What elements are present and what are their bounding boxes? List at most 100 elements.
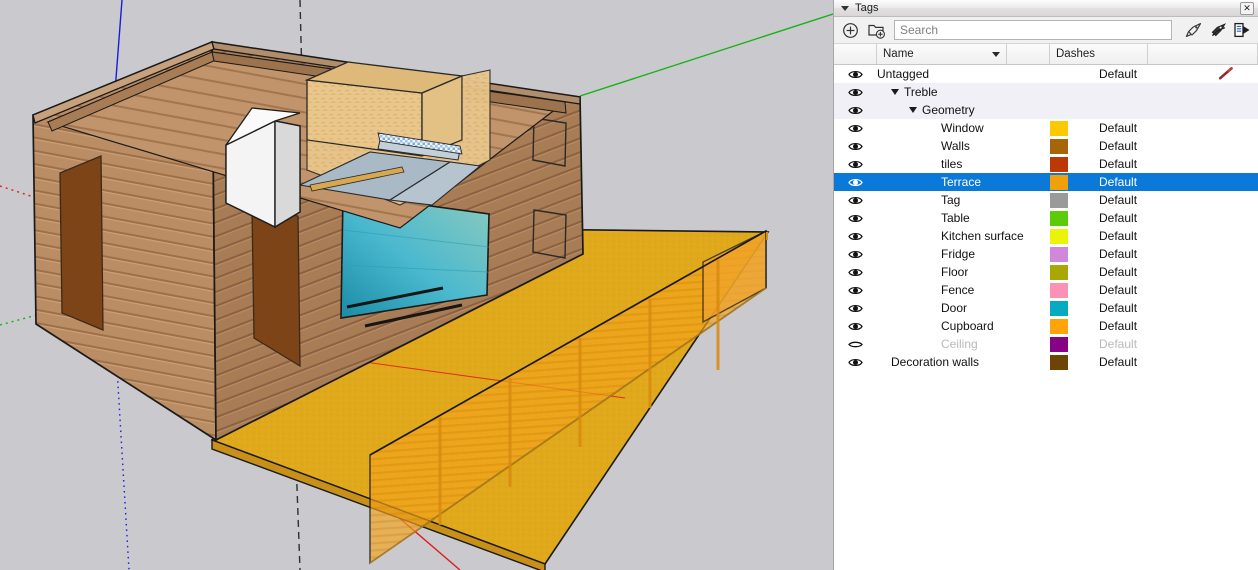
tag-color-cell[interactable] [1050, 300, 1093, 316]
column-visibility[interactable] [834, 44, 877, 64]
eye-visible-icon[interactable] [834, 231, 877, 242]
search-input[interactable] [900, 23, 1166, 37]
tag-row[interactable]: Untagged Default [834, 65, 1258, 83]
tag-name-cell[interactable]: Fence [877, 283, 1050, 297]
color-swatch[interactable] [1050, 282, 1068, 298]
tag-name-cell[interactable]: Door [877, 301, 1050, 315]
tag-dashes-cell[interactable]: Default [1093, 247, 1191, 261]
eye-visible-icon[interactable] [834, 303, 877, 314]
eye-visible-icon[interactable] [834, 69, 877, 80]
tag-color-cell[interactable] [1050, 336, 1093, 352]
tag-name-cell[interactable]: Floor [877, 265, 1050, 279]
color-swatch[interactable] [1050, 210, 1068, 226]
tag-color-cell[interactable] [1050, 246, 1093, 262]
tag-name-cell[interactable]: Cupboard [877, 319, 1050, 333]
add-tag-icon[interactable] [839, 20, 861, 41]
color-swatch[interactable] [1050, 138, 1068, 154]
tag-row[interactable]: Fence Default [834, 281, 1258, 299]
eye-visible-icon[interactable] [834, 213, 877, 224]
eye-visible-icon[interactable] [834, 159, 877, 170]
tag-color-cell[interactable] [1050, 156, 1093, 172]
tag-name-cell[interactable]: Untagged [877, 67, 1050, 81]
tag-dashes-cell[interactable]: Default [1093, 193, 1191, 207]
color-swatch[interactable] [1050, 318, 1068, 334]
eye-visible-icon[interactable] [834, 357, 877, 368]
tag-dashes-cell[interactable]: Default [1093, 229, 1191, 243]
tag-name-cell[interactable]: Table [877, 211, 1050, 225]
tag-row[interactable]: Cupboard Default [834, 317, 1258, 335]
tag-dashes-cell[interactable]: Default [1093, 337, 1191, 351]
tag-row[interactable]: Geometry [834, 101, 1258, 119]
color-swatch[interactable] [1050, 228, 1068, 244]
color-swatch[interactable] [1050, 192, 1068, 208]
tag-row[interactable]: Treble [834, 83, 1258, 101]
tag-pencil-icon[interactable] [1183, 20, 1205, 41]
tag-dashes-cell[interactable]: Default [1093, 139, 1191, 153]
tag-color-cell[interactable] [1050, 318, 1093, 334]
tag-row[interactable]: Tag Default [834, 191, 1258, 209]
tag-dashes-cell[interactable]: Default [1093, 121, 1191, 135]
tag-name-cell[interactable]: Walls [877, 139, 1050, 153]
eye-hidden-icon[interactable] [834, 339, 877, 350]
tag-row[interactable]: Table Default [834, 209, 1258, 227]
column-dashes[interactable]: Dashes [1050, 44, 1148, 64]
tag-row[interactable]: Decoration walls Default [834, 353, 1258, 371]
tag-color-cell[interactable] [1050, 174, 1093, 190]
color-swatch[interactable] [1050, 336, 1068, 352]
color-swatch[interactable] [1050, 354, 1068, 370]
eye-visible-icon[interactable] [834, 321, 877, 332]
tag-name-cell[interactable]: Tag [877, 193, 1050, 207]
panel-titlebar[interactable]: Tags ✕ [834, 0, 1258, 17]
tag-row[interactable]: Floor Default [834, 263, 1258, 281]
eye-visible-icon[interactable] [834, 141, 877, 152]
eye-visible-icon[interactable] [834, 249, 877, 260]
tag-color-cell[interactable] [1050, 264, 1093, 280]
color-swatch[interactable] [1050, 300, 1068, 316]
tag-dashes-cell[interactable]: Default [1093, 157, 1191, 171]
tag-color-cell[interactable] [1050, 103, 1093, 118]
tag-row[interactable]: Fridge Default [834, 245, 1258, 263]
eye-visible-icon[interactable] [834, 267, 877, 278]
tag-color-cell[interactable] [1050, 138, 1093, 154]
tag-row[interactable]: Walls Default [834, 137, 1258, 155]
tag-row[interactable]: tiles Default [834, 155, 1258, 173]
tag-dashes-cell[interactable]: Default [1093, 265, 1191, 279]
eye-visible-icon[interactable] [834, 105, 877, 116]
tag-name-cell[interactable]: Ceiling [877, 337, 1050, 351]
tag-name-cell[interactable]: Kitchen surface [877, 229, 1050, 243]
color-swatch[interactable] [1050, 246, 1068, 262]
triangle-down-icon[interactable] [841, 5, 849, 11]
tag-dashes-cell[interactable]: Default [1093, 301, 1191, 315]
tag-row[interactable]: Door Default [834, 299, 1258, 317]
tag-name-cell[interactable]: Decoration walls [877, 355, 1050, 369]
tag-name-cell[interactable]: Terrace [877, 175, 1050, 189]
tag-stack-icon[interactable] [1207, 20, 1229, 41]
tag-dashes-cell[interactable]: Default [1093, 67, 1191, 81]
color-swatch[interactable] [1050, 156, 1068, 172]
column-trailing[interactable] [1148, 44, 1258, 64]
color-swatch[interactable] [1050, 174, 1068, 190]
tag-color-cell[interactable] [1050, 210, 1093, 226]
tag-color-cell[interactable] [1050, 192, 1093, 208]
add-tag-folder-icon[interactable] [865, 20, 887, 41]
column-name[interactable]: Name [877, 44, 1007, 64]
tags-list[interactable]: Untagged Default Treble Geometry Window Defau… [834, 65, 1258, 570]
tag-name-cell[interactable]: Window [877, 121, 1050, 135]
column-color[interactable] [1007, 44, 1050, 64]
model-viewport[interactable] [0, 0, 833, 570]
tag-row[interactable]: Window Default [834, 119, 1258, 137]
tag-row[interactable]: Kitchen surface Default [834, 227, 1258, 245]
tag-dashes-cell[interactable]: Default [1093, 283, 1191, 297]
tag-color-cell[interactable] [1050, 67, 1093, 82]
color-swatch[interactable] [1050, 264, 1068, 280]
tag-color-cell[interactable] [1050, 85, 1093, 100]
tag-name-cell[interactable]: Fridge [877, 247, 1050, 261]
color-swatch[interactable] [1050, 120, 1068, 136]
tag-name-cell[interactable]: tiles [877, 157, 1050, 171]
chevron-down-icon[interactable] [992, 51, 1000, 57]
tag-dashes-cell[interactable]: Default [1093, 175, 1191, 189]
search-box[interactable] [894, 20, 1172, 40]
tag-dashes-cell[interactable]: Default [1093, 319, 1191, 333]
tag-color-cell[interactable] [1050, 120, 1093, 136]
eye-visible-icon[interactable] [834, 123, 877, 134]
